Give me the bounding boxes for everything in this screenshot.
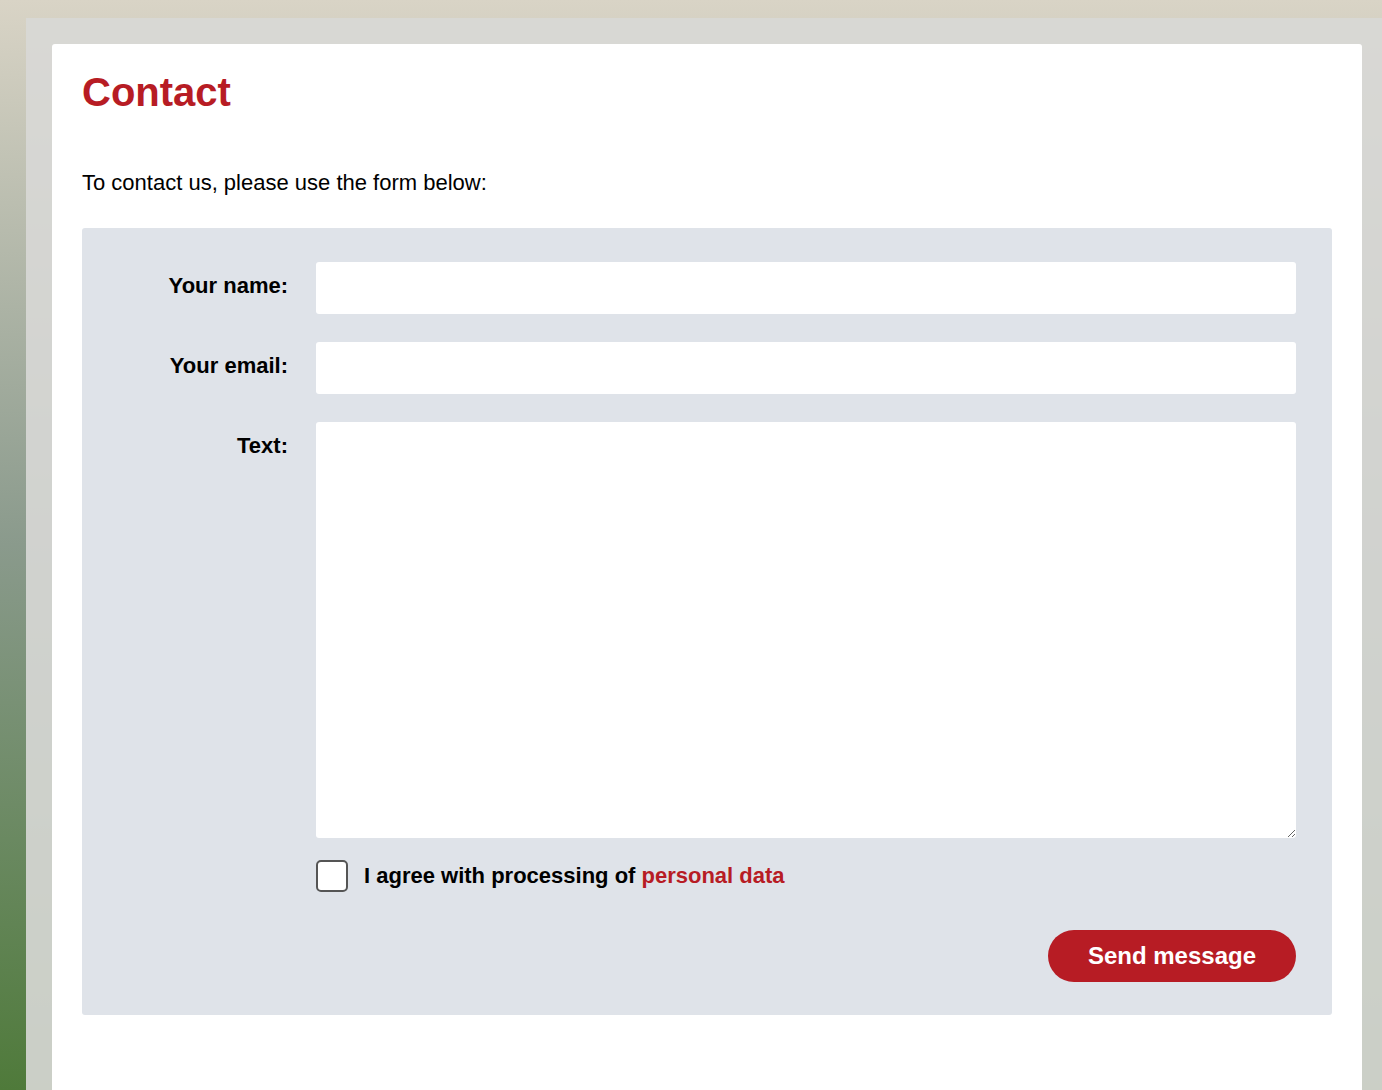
message-textarea[interactable] [316, 422, 1296, 838]
consent-checkbox[interactable] [316, 860, 348, 892]
form-row: Your name: [118, 262, 1296, 314]
consent-row: I agree with processing of personal data [118, 860, 1296, 892]
page: Contact To contact us, please use the for… [0, 0, 1382, 1090]
send-button[interactable]: Send message [1048, 930, 1296, 982]
page-title: Contact [82, 68, 1332, 116]
consent-checkbox-label[interactable]: I agree with processing of personal data [316, 860, 1296, 892]
personal-data-link[interactable]: personal data [642, 863, 785, 888]
contact-form: Your name: Your email: Text: I agree with p… [82, 228, 1332, 1015]
frame: Contact To contact us, please use the for… [26, 18, 1382, 1090]
text-input[interactable] [316, 342, 1296, 394]
form-row: Text: [118, 422, 1296, 838]
field-label: Text: [118, 422, 288, 838]
field-label: Your email: [118, 342, 288, 394]
submit-row: Send message [118, 930, 1296, 982]
content-card: Contact To contact us, please use the for… [52, 44, 1362, 1090]
text-input[interactable] [316, 262, 1296, 314]
form-row: Your email: [118, 342, 1296, 394]
consent-text: I agree with processing of personal data [364, 861, 785, 891]
intro-text: To contact us, please use the form below… [82, 168, 1332, 198]
field-label: Your name: [118, 262, 288, 314]
